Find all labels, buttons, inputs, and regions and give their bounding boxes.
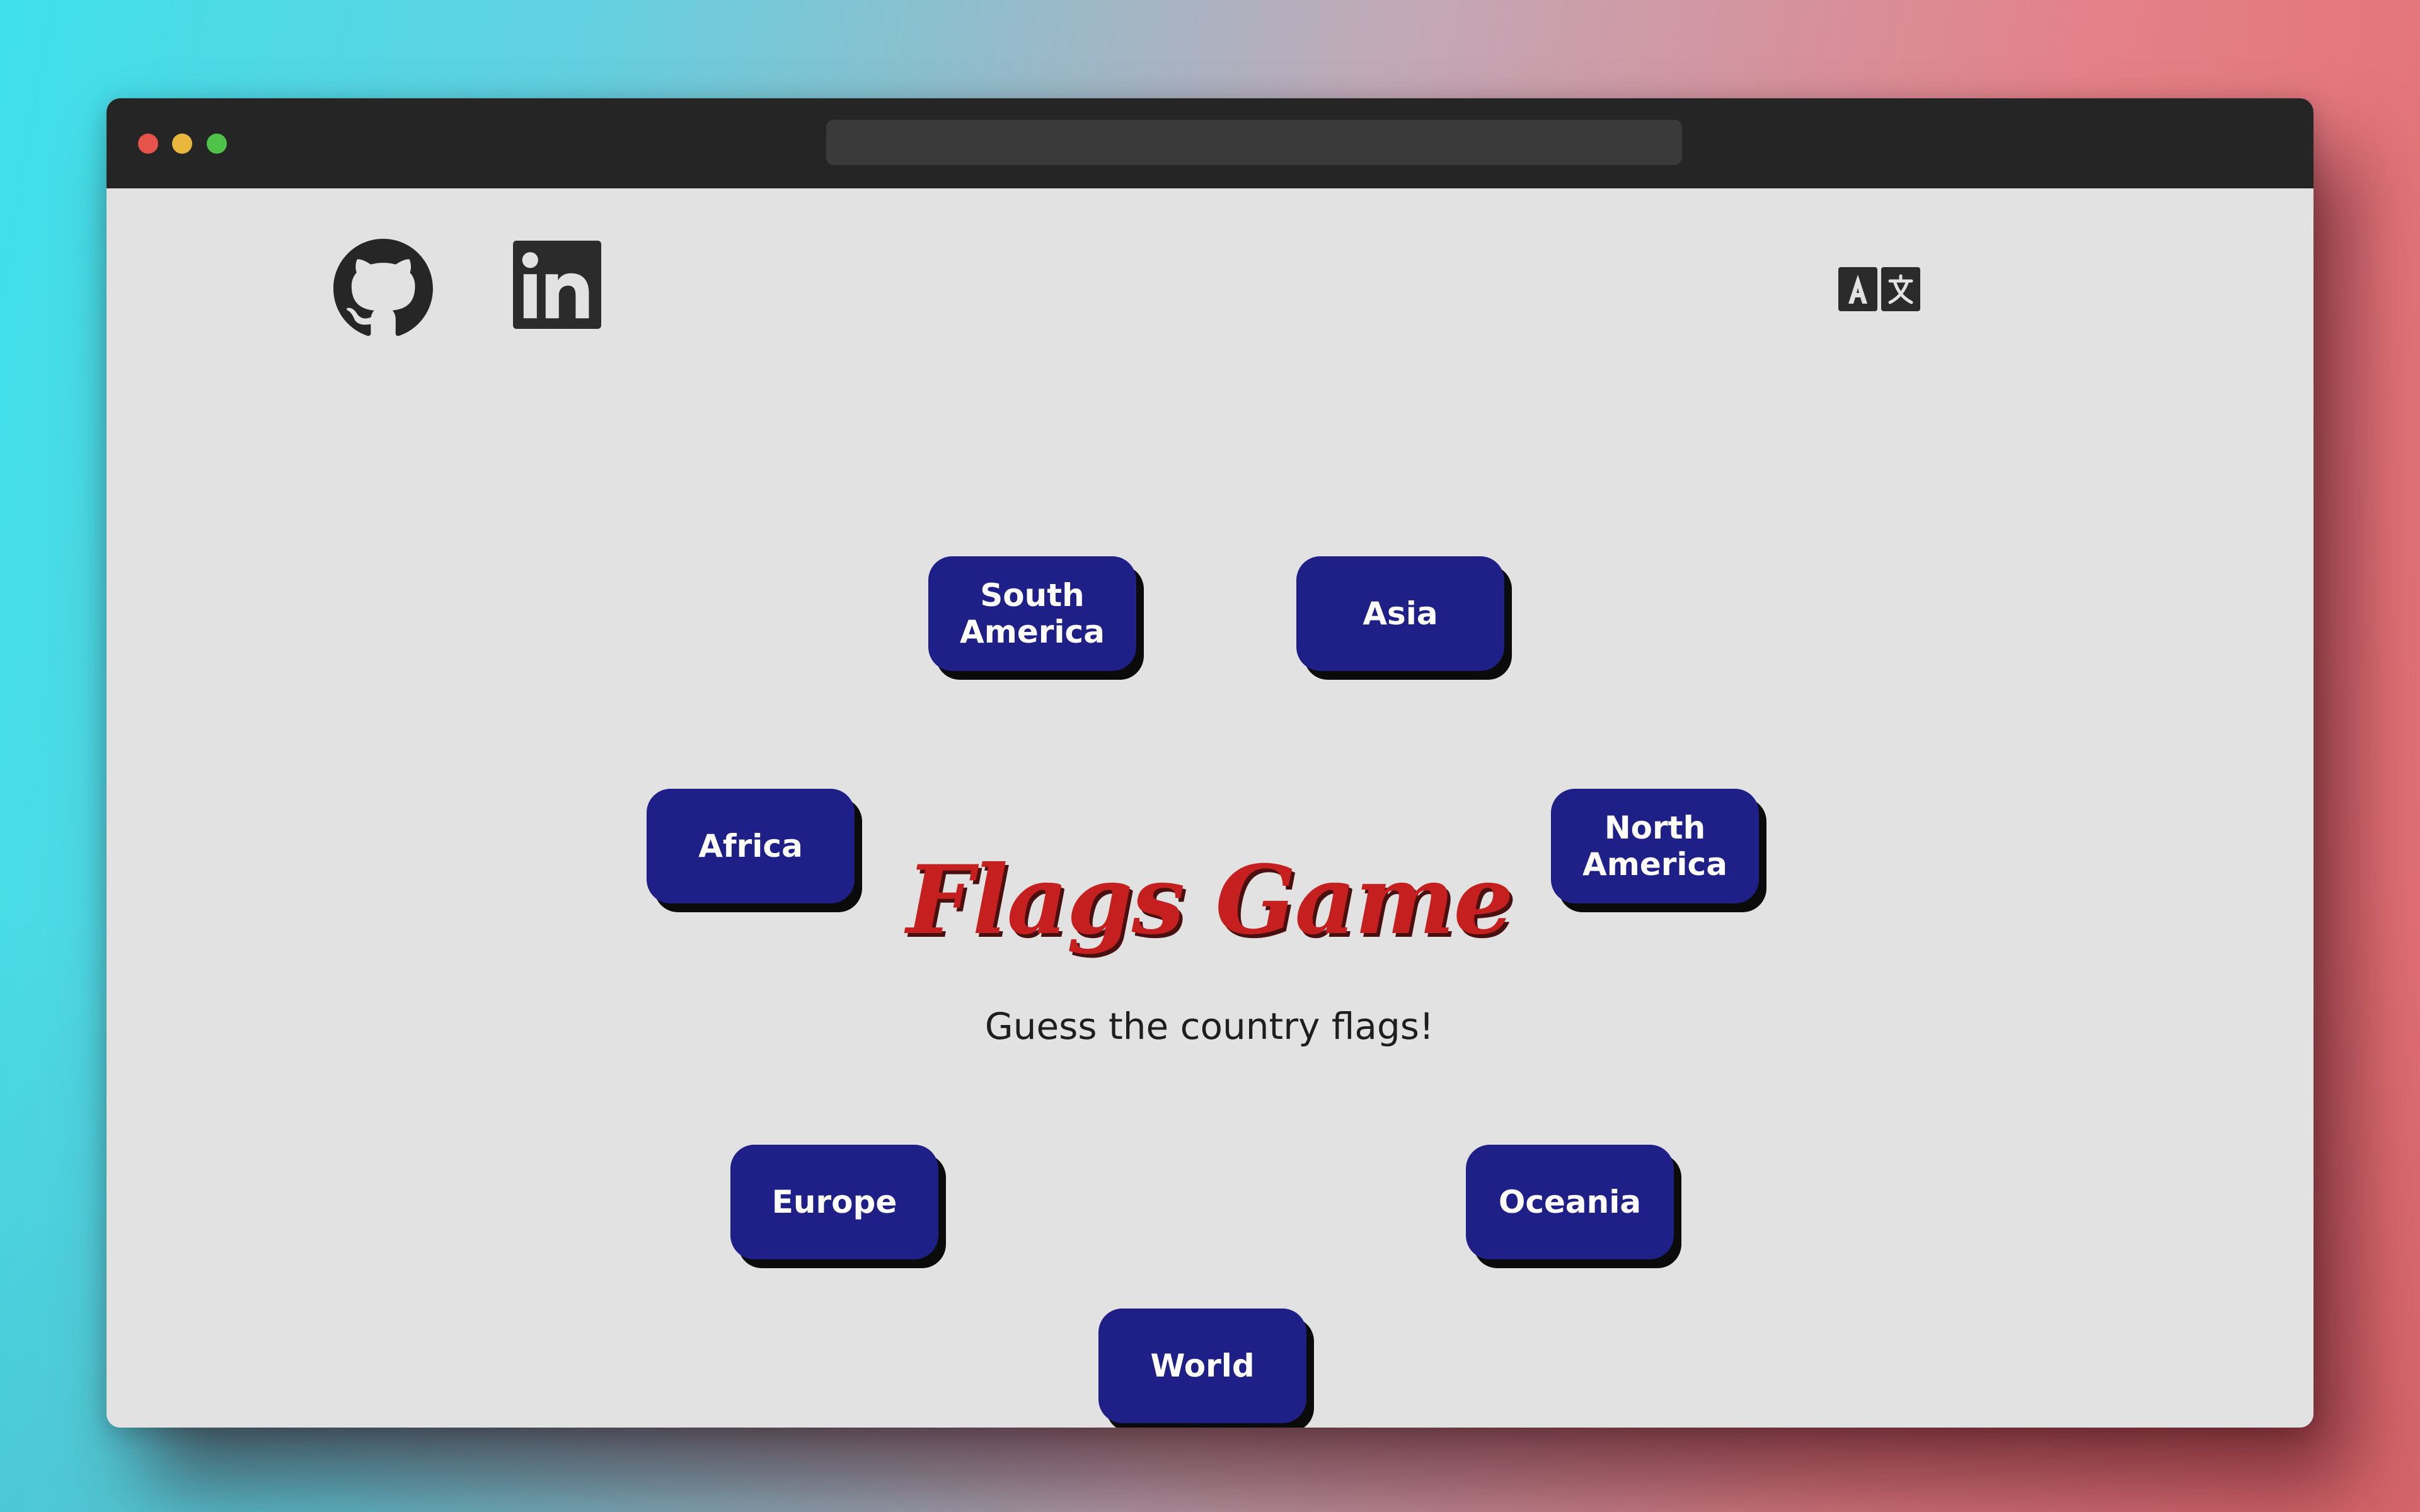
browser-window: South America Asia Africa North America … — [107, 98, 2313, 1428]
address-bar[interactable] — [826, 120, 1682, 165]
github-link[interactable] — [333, 239, 433, 338]
world-button[interactable]: World — [1098, 1309, 1306, 1423]
europe-button[interactable]: Europe — [730, 1145, 938, 1259]
linkedin-link[interactable] — [513, 241, 601, 329]
close-window-button[interactable] — [138, 134, 158, 154]
page-content: South America Asia Africa North America … — [107, 188, 2313, 1428]
minimize-window-button[interactable] — [172, 134, 192, 154]
game-title: Flags Game — [906, 845, 1514, 956]
asia-button[interactable]: Asia — [1296, 556, 1504, 671]
game-subtitle: Guess the country flags! — [984, 1005, 1434, 1048]
zoom-window-button[interactable] — [207, 134, 227, 154]
north-america-button[interactable]: North America — [1551, 789, 1759, 903]
south-america-button[interactable]: South America — [928, 556, 1136, 671]
browser-titlebar — [107, 98, 2313, 188]
africa-button[interactable]: Africa — [647, 789, 855, 903]
language-toggle-button[interactable] — [1838, 267, 1920, 311]
translate-icon — [1838, 267, 1920, 311]
linkedin-icon — [513, 241, 601, 329]
github-icon — [333, 239, 433, 336]
oceania-button[interactable]: Oceania — [1466, 1145, 1674, 1259]
